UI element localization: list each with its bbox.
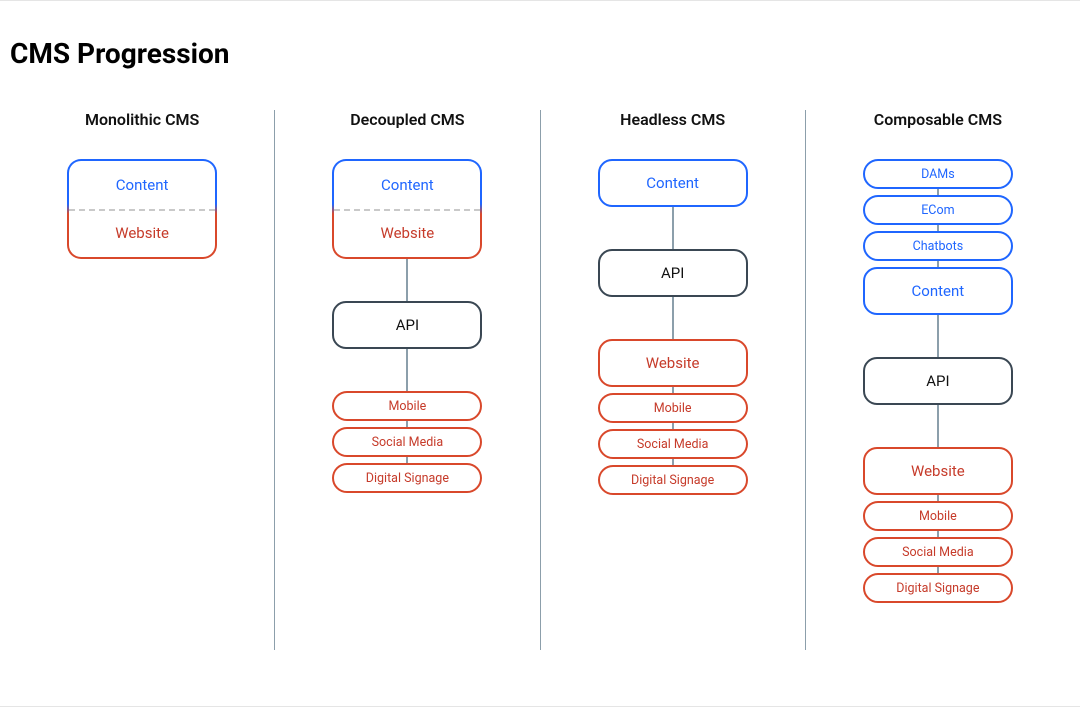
channel-pill-social: Social Media	[598, 429, 748, 459]
channel-pill-mobile: Mobile	[863, 501, 1013, 531]
connector-icon	[937, 315, 939, 357]
column-header: Monolithic CMS	[85, 110, 199, 129]
connector-icon	[406, 259, 408, 301]
column-composable: Composable CMS DAMs ECom Chatbots Conten…	[806, 110, 1070, 650]
website-box: Website	[598, 339, 748, 387]
column-header: Composable CMS	[874, 110, 1002, 129]
column-headless: Headless CMS Content API Website Mobile …	[541, 110, 806, 650]
channel-pill-social: Social Media	[332, 427, 482, 457]
website-box: Website	[863, 447, 1013, 495]
page-title: CMS Progression	[10, 37, 1070, 70]
api-box: API	[863, 357, 1013, 405]
column-header: Decoupled CMS	[350, 110, 464, 129]
column-monolithic: Monolithic CMS Content Website	[10, 110, 275, 650]
monolithic-box: Content Website	[67, 159, 217, 259]
column-decoupled: Decoupled CMS Content Website API Mobile…	[275, 110, 540, 650]
connector-icon	[672, 297, 674, 339]
content-section: Content	[334, 161, 480, 209]
content-box: Content	[598, 159, 748, 207]
channel-pill-signage: Digital Signage	[863, 573, 1013, 603]
channel-pill-signage: Digital Signage	[332, 463, 482, 493]
channel-pill-signage: Digital Signage	[598, 465, 748, 495]
website-section: Website	[334, 209, 480, 257]
service-pill-ecom: ECom	[863, 195, 1013, 225]
content-box: Content	[863, 267, 1013, 315]
content-section: Content	[69, 161, 215, 209]
connector-icon	[937, 405, 939, 447]
channel-pill-mobile: Mobile	[598, 393, 748, 423]
connector-icon	[406, 349, 408, 391]
channel-pill-social: Social Media	[863, 537, 1013, 567]
divider-icon	[334, 209, 480, 211]
service-pill-dams: DAMs	[863, 159, 1013, 189]
divider-icon	[69, 209, 215, 211]
columns: Monolithic CMS Content Website Decoupled…	[10, 110, 1070, 650]
column-header: Headless CMS	[620, 110, 725, 129]
api-box: API	[598, 249, 748, 297]
api-box: API	[332, 301, 482, 349]
channel-pill-mobile: Mobile	[332, 391, 482, 421]
service-pill-chatbots: Chatbots	[863, 231, 1013, 261]
monolithic-box: Content Website	[332, 159, 482, 259]
connector-icon	[672, 207, 674, 249]
website-section: Website	[69, 209, 215, 257]
